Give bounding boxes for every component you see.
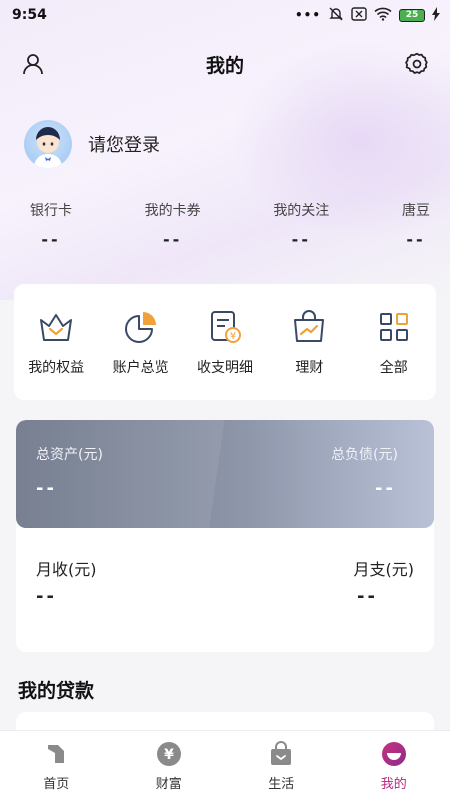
asset-card[interactable]: 总资产(元) -- 总负债(元) -- 月收(元) -- 月支(元) -- bbox=[16, 420, 434, 652]
menu-label: 账户总览 bbox=[112, 360, 169, 376]
tab-label: 首页 bbox=[43, 776, 70, 792]
stat-label: 唐豆 bbox=[401, 203, 430, 219]
menu-wealth[interactable]: 理财 bbox=[269, 307, 349, 377]
total-assets-value: -- bbox=[36, 478, 57, 499]
stat-label: 银行卡 bbox=[30, 203, 72, 219]
wealth-bag-icon bbox=[289, 307, 329, 347]
total-debt-label: 总负债(元) bbox=[331, 447, 398, 463]
bill-icon: ¥ bbox=[205, 307, 245, 347]
pie-chart-icon bbox=[121, 307, 161, 347]
mute-icon bbox=[328, 6, 344, 25]
menu-label: 我的权益 bbox=[28, 360, 85, 376]
section-title-loans: 我的贷款 bbox=[18, 680, 95, 702]
profile-smile-icon bbox=[380, 740, 408, 768]
monthly-expense-value: -- bbox=[357, 586, 378, 607]
menu-all[interactable]: 全部 bbox=[354, 307, 434, 377]
stat-value: -- bbox=[291, 230, 311, 249]
stat-follows[interactable]: 我的关注 -- bbox=[273, 200, 329, 249]
stat-label: 我的关注 bbox=[273, 203, 330, 219]
crown-icon bbox=[36, 307, 76, 347]
gear-icon[interactable] bbox=[404, 51, 430, 77]
menu-label: 理财 bbox=[295, 360, 324, 376]
menu-label: 全部 bbox=[379, 360, 408, 376]
stat-value: -- bbox=[406, 230, 426, 249]
home-icon bbox=[42, 740, 70, 768]
menu-my-benefits[interactable]: 我的权益 bbox=[16, 307, 96, 377]
menu-transactions[interactable]: ¥ 收支明细 bbox=[185, 307, 265, 377]
login-text[interactable]: 请您登录 bbox=[88, 131, 160, 157]
tab-label: 我的 bbox=[380, 776, 407, 792]
status-icons: ••• 25 bbox=[295, 6, 440, 25]
tab-label: 财富 bbox=[155, 776, 182, 792]
stat-coupons[interactable]: 我的卡券 -- bbox=[145, 200, 201, 249]
charging-icon bbox=[432, 6, 440, 24]
avatar[interactable] bbox=[24, 120, 72, 168]
bottom-tab-bar: 首页 ¥ 财富 生活 我的 bbox=[0, 730, 450, 800]
user-icon[interactable] bbox=[20, 51, 46, 77]
tab-label: 生活 bbox=[268, 776, 295, 792]
total-assets-label: 总资产(元) bbox=[36, 447, 103, 463]
dots-icon: ••• bbox=[294, 8, 321, 22]
total-debt-value: -- bbox=[375, 478, 396, 499]
monthly-expense-label: 月支(元) bbox=[353, 560, 415, 579]
svg-text:¥: ¥ bbox=[230, 331, 236, 342]
asset-summary[interactable]: 总资产(元) -- 总负债(元) -- bbox=[16, 420, 434, 528]
monthly-income-value: -- bbox=[36, 586, 57, 607]
page-title: 我的 bbox=[205, 54, 244, 77]
quick-menu: 我的权益 账户总览 ¥ 收支明细 理财 全部 bbox=[14, 284, 436, 400]
svg-text:¥: ¥ bbox=[164, 747, 174, 763]
stat-value: -- bbox=[163, 230, 183, 249]
login-prompt[interactable]: 请您登录 bbox=[24, 120, 160, 168]
status-time: 9:54 bbox=[12, 7, 47, 23]
wifi-icon bbox=[374, 7, 392, 24]
stat-tangdou[interactable]: 唐豆 -- bbox=[402, 200, 430, 249]
yuan-icon: ¥ bbox=[155, 740, 183, 768]
tab-life[interactable]: 生活 bbox=[236, 740, 326, 792]
tab-home[interactable]: 首页 bbox=[11, 740, 101, 792]
shopping-bag-icon bbox=[267, 740, 295, 768]
page-header: 我的 bbox=[0, 42, 450, 86]
battery-icon: 25 bbox=[399, 8, 425, 22]
account-stats: 银行卡 -- 我的卡券 -- 我的关注 -- 唐豆 -- bbox=[0, 200, 450, 249]
stat-label: 我的卡券 bbox=[144, 203, 201, 219]
grid-icon bbox=[374, 307, 414, 347]
tab-wealth[interactable]: ¥ 财富 bbox=[124, 740, 214, 792]
tab-mine[interactable]: 我的 bbox=[349, 740, 439, 792]
monthly-income-label: 月收(元) bbox=[36, 560, 97, 579]
stat-value: -- bbox=[41, 230, 61, 249]
menu-account-overview[interactable]: 账户总览 bbox=[101, 307, 181, 377]
status-bar: 9:54 ••• 25 bbox=[0, 0, 450, 30]
sim-icon bbox=[351, 6, 367, 24]
stat-bank-cards[interactable]: 银行卡 -- bbox=[30, 200, 72, 249]
menu-label: 收支明细 bbox=[196, 360, 253, 376]
